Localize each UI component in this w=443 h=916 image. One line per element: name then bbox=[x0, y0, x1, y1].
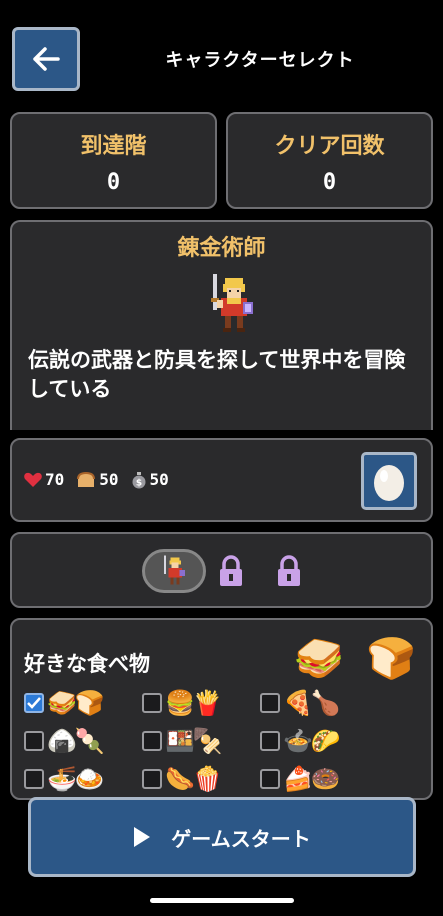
arrow-left-icon bbox=[33, 47, 60, 71]
svg-text:$: $ bbox=[135, 478, 141, 488]
food-options-grid: 🥪🍞 🍔🍟 🍕🍗 🍙🍡 🍱🍢 🍲🌮 🍜🍛 🌭🍿 🍰🍩 bbox=[24, 686, 378, 796]
favorite-food-preview-1: 🥪 bbox=[294, 636, 344, 682]
food-emoji: 🍔🍟 bbox=[165, 689, 223, 717]
food-value: 50 bbox=[99, 470, 119, 489]
favorite-food-panel: 好きな食べ物 🥪 🍞 🥪🍞 🍔🍟 🍕🍗 🍙🍡 🍱🍢 🍲🌮 🍜🍛 🌭🍿 🍰🍩 bbox=[10, 618, 433, 800]
hp-value: 70 bbox=[45, 470, 65, 489]
food-option-hotdog-popcorn[interactable]: 🌭🍿 bbox=[142, 762, 260, 796]
food-checkbox[interactable] bbox=[142, 769, 162, 789]
page-title: キャラクターセレクト bbox=[165, 50, 355, 71]
lock-icon[interactable] bbox=[216, 554, 246, 588]
heart-icon bbox=[24, 472, 42, 487]
character-sprite bbox=[211, 274, 253, 332]
character-description: 伝説の武器と防具を探して世界中を冒険している bbox=[28, 348, 406, 401]
food-checkbox[interactable] bbox=[260, 731, 280, 751]
food-option-cake-donut[interactable]: 🍰🍩 bbox=[260, 762, 378, 796]
reached-floor-label: 到達階 bbox=[80, 134, 147, 159]
food-checkbox[interactable] bbox=[260, 769, 280, 789]
hp-stat: 70 bbox=[24, 470, 64, 489]
home-indicator bbox=[150, 898, 294, 903]
food-emoji: 🍙🍡 bbox=[47, 727, 105, 755]
food-emoji: 🍕🍗 bbox=[283, 689, 341, 717]
reached-floor-value: 0 bbox=[106, 170, 121, 195]
food-emoji: 🍰🍩 bbox=[283, 765, 341, 793]
food-option-pizza-chicken[interactable]: 🍕🍗 bbox=[260, 686, 378, 720]
food-option-burger-fries[interactable]: 🍔🍟 bbox=[142, 686, 260, 720]
money-bag-icon: $ bbox=[132, 471, 146, 488]
character-select-panel bbox=[10, 532, 433, 608]
play-icon bbox=[134, 827, 151, 847]
food-emoji: 🥪🍞 bbox=[47, 689, 105, 717]
clear-count-label: クリア回数 bbox=[274, 134, 385, 159]
character-stats-panel: 70 50 $ 50 bbox=[10, 438, 433, 522]
food-option-bento-oden[interactable]: 🍱🍢 bbox=[142, 724, 260, 758]
food-checkbox[interactable] bbox=[24, 731, 44, 751]
character-info-panel: 錬金術師 伝説の武器と防具を探して世界中を冒険している bbox=[10, 220, 433, 430]
favorite-food-title: 好きな食べ物 bbox=[24, 652, 150, 676]
lock-icon[interactable] bbox=[274, 554, 304, 588]
food-option-onigiri-dango[interactable]: 🍙🍡 bbox=[24, 724, 142, 758]
checkmark-icon bbox=[27, 697, 41, 709]
money-stat: $ 50 bbox=[131, 470, 169, 489]
character-thumb-icon bbox=[164, 555, 185, 585]
food-option-nabe-taco[interactable]: 🍲🌮 bbox=[260, 724, 378, 758]
egg-icon bbox=[374, 465, 404, 501]
clear-count-value: 0 bbox=[322, 170, 337, 195]
food-emoji: 🍲🌮 bbox=[283, 727, 341, 755]
character-name: 錬金術師 bbox=[177, 236, 266, 261]
food-emoji: 🌭🍿 bbox=[165, 765, 223, 793]
item-slot-button[interactable] bbox=[361, 452, 417, 510]
food-checkbox[interactable] bbox=[142, 693, 162, 713]
money-value: 50 bbox=[149, 470, 169, 489]
character-slot-selected[interactable] bbox=[142, 549, 206, 593]
reached-floor-panel: 到達階 0 bbox=[10, 112, 217, 209]
clear-count-panel: クリア回数 0 bbox=[226, 112, 433, 209]
bread-icon bbox=[77, 471, 96, 487]
food-option-ramen-curry[interactable]: 🍜🍛 bbox=[24, 762, 142, 796]
game-start-button[interactable]: ゲームスタート bbox=[28, 797, 416, 877]
food-emoji: 🍱🍢 bbox=[165, 727, 223, 755]
game-start-label: ゲームスタート bbox=[171, 826, 311, 851]
food-option-sandwich-bread[interactable]: 🥪🍞 bbox=[24, 686, 142, 720]
food-checkbox[interactable] bbox=[24, 769, 44, 789]
back-button[interactable] bbox=[12, 27, 80, 91]
food-checkbox[interactable] bbox=[24, 693, 44, 713]
food-emoji: 🍜🍛 bbox=[47, 765, 105, 793]
food-checkbox[interactable] bbox=[260, 693, 280, 713]
food-stat: 50 bbox=[76, 470, 119, 489]
favorite-food-preview-2: 🍞 bbox=[366, 636, 416, 682]
food-checkbox[interactable] bbox=[142, 731, 162, 751]
